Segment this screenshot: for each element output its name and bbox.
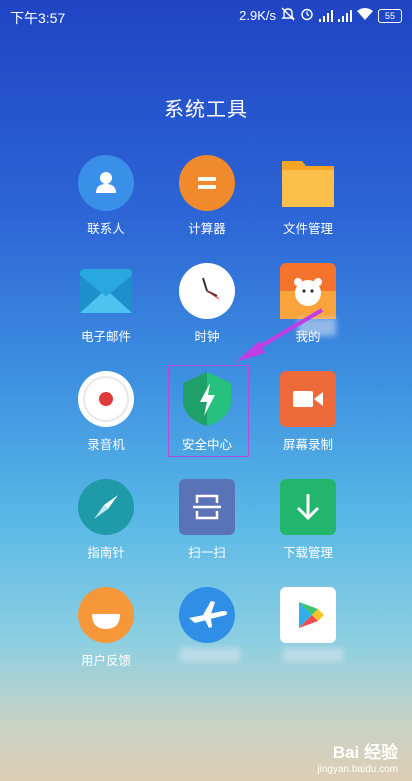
watermark-url: jingyan.baidu.com <box>317 764 398 775</box>
baidu-watermark: Bai 经验 jingyan.baidu.com <box>317 738 398 775</box>
watermark-brand: Bai 经验 <box>332 743 398 762</box>
annotation-arrow <box>236 308 324 362</box>
